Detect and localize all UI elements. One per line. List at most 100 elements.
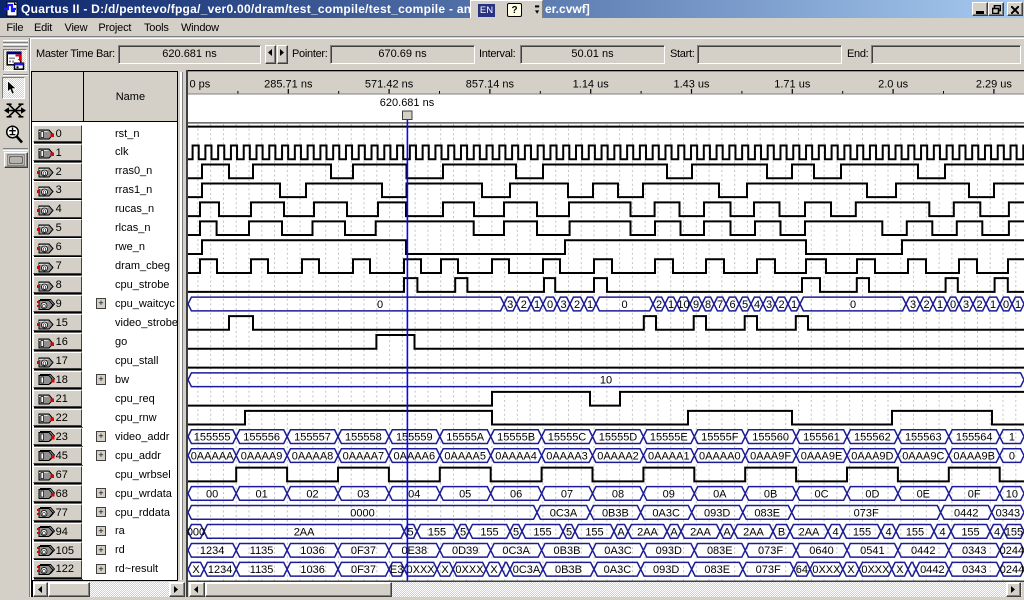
svg-text:15555A: 15555A — [446, 432, 485, 444]
svg-text:3: 3 — [766, 299, 772, 311]
svg-text:03: 03 — [357, 488, 369, 500]
svg-text:0442: 0442 — [911, 545, 935, 557]
svg-text:1: 1 — [534, 299, 540, 311]
svg-text:2: 2 — [656, 299, 662, 311]
svg-text:5: 5 — [408, 526, 414, 538]
svg-text:083E: 083E — [704, 564, 730, 576]
svg-text:1135: 1135 — [250, 564, 274, 576]
svg-text:0C: 0C — [814, 488, 828, 500]
svg-text:2.29 us: 2.29 us — [976, 79, 1013, 91]
svg-text:0AAAA8: 0AAAA8 — [292, 451, 334, 463]
svg-text:0XXX: 0XXX — [407, 564, 436, 576]
svg-text:05: 05 — [459, 488, 471, 500]
svg-text:0D: 0D — [865, 488, 879, 500]
svg-text:0244: 0244 — [1000, 545, 1024, 557]
svg-text:0A3C: 0A3C — [604, 564, 632, 576]
svg-text:2: 2 — [923, 299, 929, 311]
svg-text:0AAAA1: 0AAAA1 — [648, 451, 690, 463]
svg-text:0AAAA6: 0AAAA6 — [394, 451, 436, 463]
svg-text:155561: 155561 — [803, 432, 840, 444]
svg-text:5: 5 — [513, 526, 519, 538]
svg-text:o: o — [42, 360, 46, 367]
svg-text:1234: 1234 — [200, 545, 224, 557]
svg-text:3: 3 — [910, 299, 916, 311]
svg-text:155564: 155564 — [956, 432, 993, 444]
svg-text:07: 07 — [561, 488, 573, 500]
svg-text:155560: 155560 — [752, 432, 789, 444]
svg-text:073F: 073F — [756, 564, 781, 576]
svg-text:10: 10 — [677, 299, 689, 311]
svg-text:0B3B: 0B3B — [602, 507, 629, 519]
svg-text:0AAAA0: 0AAAA0 — [699, 451, 741, 463]
svg-text:1: 1 — [990, 299, 996, 311]
svg-text:0D39: 0D39 — [452, 545, 478, 557]
svg-text:0AAA9B: 0AAA9B — [953, 451, 995, 463]
svg-text:X: X — [847, 564, 855, 576]
svg-text:8: 8 — [705, 299, 711, 311]
svg-text:0343: 0343 — [962, 545, 986, 557]
svg-text:15555C: 15555C — [548, 432, 587, 444]
svg-text:00: 00 — [206, 488, 218, 500]
svg-text:0: 0 — [950, 299, 956, 311]
svg-text:o: o — [42, 549, 46, 556]
svg-text:0: 0 — [850, 299, 856, 311]
svg-text:4: 4 — [939, 526, 945, 538]
svg-text:1.43 us: 1.43 us — [673, 79, 710, 91]
svg-text:o: o — [42, 530, 46, 537]
svg-text:0AAAA7: 0AAAA7 — [343, 451, 385, 463]
svg-text:E3: E3 — [390, 564, 403, 576]
svg-text:285.71 ns: 285.71 ns — [264, 79, 313, 91]
svg-text:083E: 083E — [754, 507, 780, 519]
svg-text:155555: 155555 — [194, 432, 231, 444]
svg-text:2AA: 2AA — [690, 526, 711, 538]
svg-text:155: 155 — [585, 526, 603, 538]
svg-text:2: 2 — [521, 299, 527, 311]
svg-text:155: 155 — [480, 526, 498, 538]
svg-text:0 ps: 0 ps — [190, 79, 211, 91]
svg-text:0AAAA2: 0AAAA2 — [597, 451, 639, 463]
svg-text:1234: 1234 — [208, 564, 232, 576]
svg-text:o: o — [42, 284, 46, 291]
svg-text:09: 09 — [663, 488, 675, 500]
svg-text:10: 10 — [600, 375, 612, 387]
svg-text:0XXX: 0XXX — [455, 564, 484, 576]
svg-text:2: 2 — [976, 299, 982, 311]
svg-text:10: 10 — [1006, 488, 1018, 500]
svg-text:0343: 0343 — [996, 507, 1020, 519]
svg-text:0B3B: 0B3B — [555, 564, 582, 576]
svg-text:A: A — [723, 526, 731, 538]
svg-text:073F: 073F — [758, 545, 783, 557]
svg-text:571.42 ns: 571.42 ns — [365, 79, 414, 91]
svg-text:6: 6 — [729, 299, 735, 311]
svg-text:o: o — [42, 322, 46, 329]
svg-text:0C3A: 0C3A — [502, 545, 530, 557]
svg-text:0F: 0F — [968, 488, 981, 500]
svg-text:4: 4 — [994, 526, 1000, 538]
svg-text:0442: 0442 — [920, 564, 944, 576]
svg-text:15555F: 15555F — [701, 432, 739, 444]
svg-text:2.0 us: 2.0 us — [878, 79, 908, 91]
svg-text:093D: 093D — [704, 507, 730, 519]
svg-text:o: o — [42, 246, 46, 253]
svg-text:2AA: 2AA — [743, 526, 764, 538]
svg-text:o: o — [42, 171, 46, 178]
svg-text:15555B: 15555B — [497, 432, 535, 444]
svg-text:0AAAA5: 0AAAA5 — [444, 451, 486, 463]
svg-text:155: 155 — [533, 526, 551, 538]
svg-text:2AA: 2AA — [637, 526, 658, 538]
svg-text:0343: 0343 — [962, 564, 986, 576]
svg-text:155: 155 — [906, 526, 924, 538]
svg-text:155556: 155556 — [243, 432, 280, 444]
svg-text:X: X — [896, 564, 904, 576]
svg-text:155562: 155562 — [854, 432, 891, 444]
svg-text:o: o — [42, 208, 46, 215]
svg-text:0E: 0E — [917, 488, 930, 500]
svg-text:0541: 0541 — [860, 545, 884, 557]
svg-text:2AA: 2AA — [294, 526, 315, 538]
svg-text:857.14 ns: 857.14 ns — [466, 79, 515, 91]
svg-text:0F37: 0F37 — [351, 564, 376, 576]
svg-text:0A3C: 0A3C — [652, 507, 680, 519]
svg-text:0: 0 — [1003, 299, 1009, 311]
svg-text:0640: 0640 — [809, 545, 833, 557]
svg-text:5: 5 — [566, 526, 572, 538]
